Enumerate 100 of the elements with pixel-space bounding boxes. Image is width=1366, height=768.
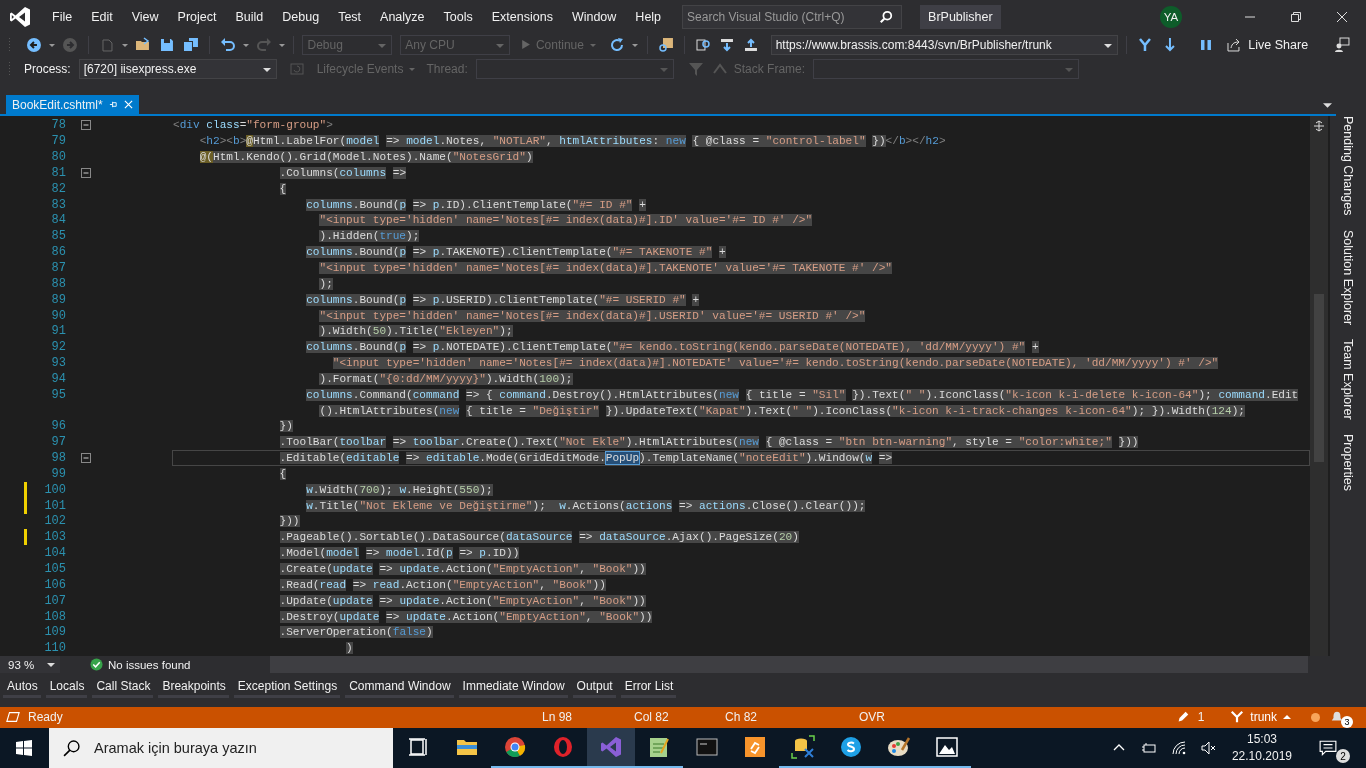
line-number: 102	[44, 514, 66, 529]
tool-window-tab[interactable]: Call Stack	[92, 677, 154, 699]
side-tab[interactable]: Pending Changes	[1341, 116, 1355, 230]
share-icon[interactable]	[1226, 36, 1243, 53]
menu-item[interactable]: Build	[223, 4, 271, 29]
search-field[interactable]: Search Visual Studio (Ctrl+Q)	[683, 8, 880, 25]
line-number: 103	[44, 530, 66, 545]
dropdown-arrow-icon[interactable]	[1103, 41, 1112, 50]
clock-date[interactable]: 22.10.2019	[1231, 748, 1292, 765]
collapse-icon[interactable]	[81, 453, 91, 464]
line-number: 95	[51, 387, 66, 402]
line-number: 81	[51, 165, 66, 180]
terminal-icon	[695, 735, 719, 759]
wifi-icon[interactable]	[1170, 740, 1187, 756]
tool-window-tab[interactable]: Locals	[45, 677, 88, 699]
side-tab[interactable]: Solution Explorer	[1341, 229, 1355, 340]
upload-icon[interactable]	[742, 36, 759, 53]
process-dropdown[interactable]: [6720] iisexpress.exe	[78, 59, 277, 80]
horizontal-scrollbar[interactable]	[270, 656, 1308, 674]
live-share-button[interactable]: Live Share	[1248, 37, 1315, 52]
pin-icon[interactable]	[108, 100, 118, 110]
repository-dropdown[interactable]: https://www.brassis.com:8443/svn/BrPublisher/trunk	[770, 34, 1118, 55]
code-line: ).Width(50).Title("Ekleyen");	[318, 324, 513, 339]
browser-icon	[551, 735, 575, 759]
tool-window-tab[interactable]: Autos	[3, 677, 41, 699]
restore-icon[interactable]	[1290, 10, 1302, 23]
search-icon[interactable]	[879, 9, 894, 24]
tool-window-tab[interactable]: Error List	[620, 677, 677, 699]
menu-item[interactable]: Project	[165, 4, 224, 29]
code-line: ).Hidden(true);	[318, 229, 420, 244]
side-tab[interactable]: Properties	[1341, 433, 1355, 505]
dropdown-arrow-icon[interactable]	[47, 661, 55, 670]
folder-icon[interactable]	[134, 36, 151, 53]
side-tab[interactable]: Team Explorer	[1341, 339, 1355, 434]
code-line: .Model(model => model.Id(p => p.ID))	[278, 546, 520, 561]
compare-icon[interactable]	[694, 36, 711, 53]
char-indicator: Ch 82	[725, 710, 759, 725]
taskbar-search-box[interactable]: Aramak için buraya yazın	[49, 728, 393, 768]
line-number: 89	[51, 292, 66, 307]
play-icon	[519, 39, 531, 51]
menu-item[interactable]: Debug	[270, 4, 327, 29]
menu-item[interactable]: Test	[326, 4, 369, 29]
line-number: 110	[44, 641, 66, 656]
search-box[interactable]: Search Visual Studio (Ctrl+Q)	[682, 4, 903, 29]
zoom-dropdown[interactable]: 93 %	[0, 656, 60, 674]
menu-item[interactable]: Edit	[79, 4, 120, 29]
back-icon[interactable]	[26, 36, 42, 53]
find-in-files-icon[interactable]	[657, 36, 674, 53]
line-number: 80	[51, 150, 66, 165]
menu-item[interactable]: Window	[559, 4, 624, 29]
menu-item[interactable]: Extensions	[479, 4, 560, 29]
branch-icon[interactable]	[1136, 36, 1153, 53]
line-number: 87	[51, 260, 66, 275]
menu-item[interactable]: Tools	[431, 4, 480, 29]
save-all-icon[interactable]	[182, 36, 199, 53]
tab-list-icon[interactable]	[1323, 100, 1332, 110]
code-line: w.Width(700); w.Height(550);	[305, 482, 493, 497]
split-icon[interactable]	[1313, 120, 1325, 133]
menu-item[interactable]: File	[40, 4, 80, 29]
tool-window-tab[interactable]: Exception Settings	[233, 677, 341, 699]
code-line: @(Html.Kendo().Grid(Model.Notes).Name("NotesGrid")	[198, 150, 533, 165]
download-icon[interactable]	[718, 36, 735, 53]
code-line: columns.Bound(p => p.NOTEDATE).ClientTemplate("#= kendo.toString(kendo.parseDate(NOTEDATE), 'dd/MM/yyyy') #" +	[305, 340, 1039, 355]
collapse-icon[interactable]	[81, 167, 91, 178]
line-number: 90	[51, 308, 66, 323]
pending-edits-count[interactable]: 1	[1197, 710, 1205, 725]
collapse-icon[interactable]	[81, 120, 91, 131]
menu-item[interactable]: Help	[623, 4, 669, 29]
taskbar-search-field[interactable]: Aramak için buraya yazın	[92, 739, 393, 757]
action-center-icon[interactable]	[1319, 739, 1337, 757]
code-line: .Pageable().Sortable().DataSource(dataSource => dataSource.Ajax().PageSize(20)	[278, 530, 799, 545]
line-number: 85	[51, 229, 66, 244]
refresh-icon[interactable]	[608, 36, 625, 53]
close-icon[interactable]	[1336, 10, 1348, 23]
tool-window-tab[interactable]: Immediate Window	[458, 677, 568, 699]
save-icon[interactable]	[158, 36, 175, 53]
tool-window-tab[interactable]: Output	[572, 677, 616, 699]
battery-icon[interactable]	[1140, 740, 1157, 756]
overwrite-mode[interactable]: OVR	[859, 710, 919, 725]
code-line: columns.Bound(p => p.USERID).ClientTemplate("#= USERID #" +	[305, 292, 700, 307]
code-line: columns.Bound(p => p.TAKENOTE).ClientTemplate("#= TAKENOTE #" +	[305, 245, 726, 260]
line-number: 101	[44, 498, 66, 513]
account-avatar[interactable]: YA	[1160, 5, 1182, 28]
dropdown-arrow-icon[interactable]	[262, 66, 271, 75]
undo-icon[interactable]	[219, 36, 236, 53]
vertical-scrollbar[interactable]	[1310, 116, 1328, 657]
menu-item[interactable]: Analyze	[368, 4, 432, 29]
clock-time[interactable]: 15:03	[1246, 731, 1277, 748]
line-number: 78	[51, 118, 66, 133]
issues-status[interactable]: No issues found	[108, 658, 191, 671]
windows-start-icon[interactable]	[16, 740, 32, 756]
document-tab[interactable]: BookEdit.cshtml*	[6, 94, 139, 115]
branch-selector[interactable]: trunk	[1250, 710, 1291, 725]
muted-speaker-icon[interactable]	[1200, 740, 1217, 756]
menu-item[interactable]: View	[119, 4, 166, 29]
tool-window-tab[interactable]: Command Window	[345, 677, 454, 699]
output-icon[interactable]	[6, 710, 20, 725]
feedback-icon[interactable]	[1334, 36, 1351, 53]
tool-window-tab[interactable]: Breakpoints	[158, 677, 229, 699]
branch-icon	[1230, 710, 1245, 725]
